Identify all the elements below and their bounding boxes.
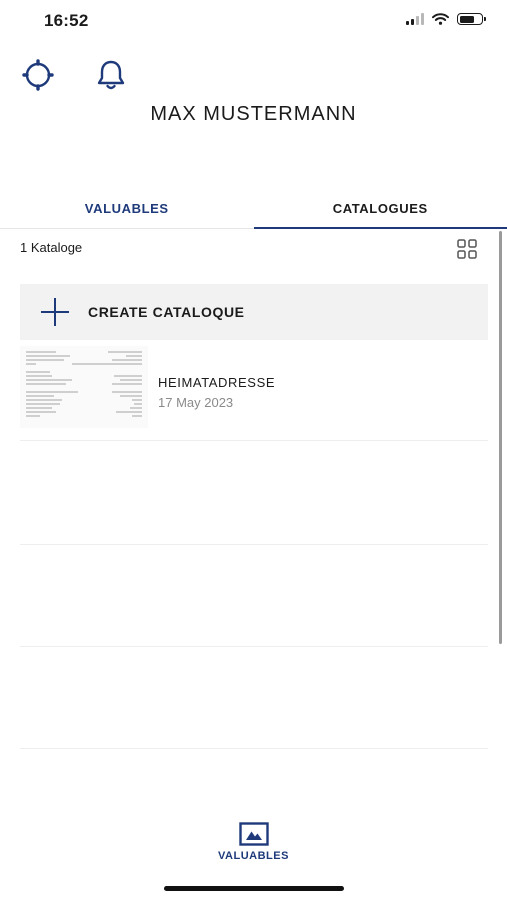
- list-item[interactable]: HEIMATADRESSE 17 May 2023: [20, 346, 488, 441]
- tab-bar: VALUABLES CATALOGUES: [0, 192, 507, 229]
- divider: [20, 646, 488, 647]
- status-time: 16:52: [44, 11, 89, 30]
- bell-icon: [97, 60, 125, 90]
- scrollbar[interactable]: [499, 231, 502, 644]
- view-toggle-button[interactable]: [457, 239, 477, 264]
- status-icons: [406, 13, 486, 25]
- catalogue-thumbnail: [20, 346, 148, 428]
- active-tab-indicator: [253, 227, 507, 229]
- divider: [20, 544, 488, 545]
- plus-icon: [41, 298, 69, 326]
- battery-icon: [457, 13, 486, 25]
- bottom-nav-valuables[interactable]: VALUABLES: [0, 822, 507, 862]
- bottom-nav-label: VALUABLES: [218, 850, 289, 862]
- create-catalogue-button[interactable]: CREATE CATALOQUE: [20, 284, 488, 340]
- gear-icon: [22, 59, 54, 91]
- notifications-button[interactable]: [93, 57, 129, 93]
- catalogue-count: 1 Kataloge: [20, 240, 83, 255]
- tab-catalogues[interactable]: CATALOGUES: [253, 192, 507, 229]
- signal-icon: [406, 13, 424, 25]
- user-name: MAX MUSTERMANN: [150, 103, 357, 125]
- tab-catalogues-label: CATALOGUES: [332, 201, 428, 216]
- valuables-icon: [238, 822, 269, 846]
- home-indicator[interactable]: [164, 886, 344, 891]
- catalogue-name: HEIMATADRESSE: [158, 375, 276, 390]
- wifi-icon: [432, 13, 449, 25]
- grid-view-icon: [457, 239, 477, 259]
- catalogue-date: 17 May 2023: [158, 395, 234, 410]
- settings-button[interactable]: [20, 58, 56, 92]
- tab-valuables[interactable]: VALUABLES: [0, 192, 254, 228]
- create-catalogue-label: CREATE CATALOQUE: [88, 304, 245, 320]
- divider: [20, 748, 488, 749]
